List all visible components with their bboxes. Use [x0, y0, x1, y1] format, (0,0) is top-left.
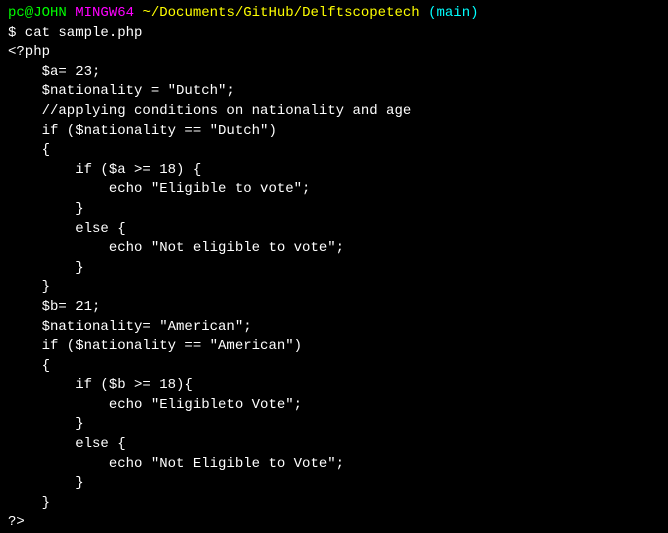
prompt-host: MINGW64 [75, 5, 134, 21]
code-line: $nationality = "Dutch"; [8, 82, 660, 102]
code-line: $nationality= "American"; [8, 318, 660, 338]
code-line: ?> [8, 513, 660, 533]
terminal-prompt: pc@JOHN MINGW64 ~/Documents/GitHub/Delft… [8, 4, 660, 24]
command-line[interactable]: $ cat sample.php [8, 24, 660, 44]
code-line: if ($nationality == "Dutch") [8, 122, 660, 142]
code-line: echo "Not Eligible to Vote"; [8, 455, 660, 475]
code-line: echo "Eligible to vote"; [8, 180, 660, 200]
code-line: //applying conditions on nationality and… [8, 102, 660, 122]
code-line: if ($a >= 18) { [8, 161, 660, 181]
code-line: else { [8, 220, 660, 240]
code-line: } [8, 415, 660, 435]
code-line: if ($nationality == "American") [8, 337, 660, 357]
code-line: $a= 23; [8, 63, 660, 83]
code-line: echo "Eligibleto Vote"; [8, 396, 660, 416]
code-line: $b= 21; [8, 298, 660, 318]
prompt-path: ~/Documents/GitHub/Delftscopetech [142, 5, 419, 21]
prompt-branch: (main) [428, 5, 478, 21]
code-line: { [8, 357, 660, 377]
code-line: echo "Not eligible to vote"; [8, 239, 660, 259]
code-line: if ($b >= 18){ [8, 376, 660, 396]
code-line: } [8, 474, 660, 494]
code-line: { [8, 141, 660, 161]
code-line: } [8, 494, 660, 514]
prompt-user: pc@JOHN [8, 5, 67, 21]
code-line: } [8, 259, 660, 279]
code-line: } [8, 278, 660, 298]
code-line: } [8, 200, 660, 220]
code-line: <?php [8, 43, 660, 63]
code-line: else { [8, 435, 660, 455]
